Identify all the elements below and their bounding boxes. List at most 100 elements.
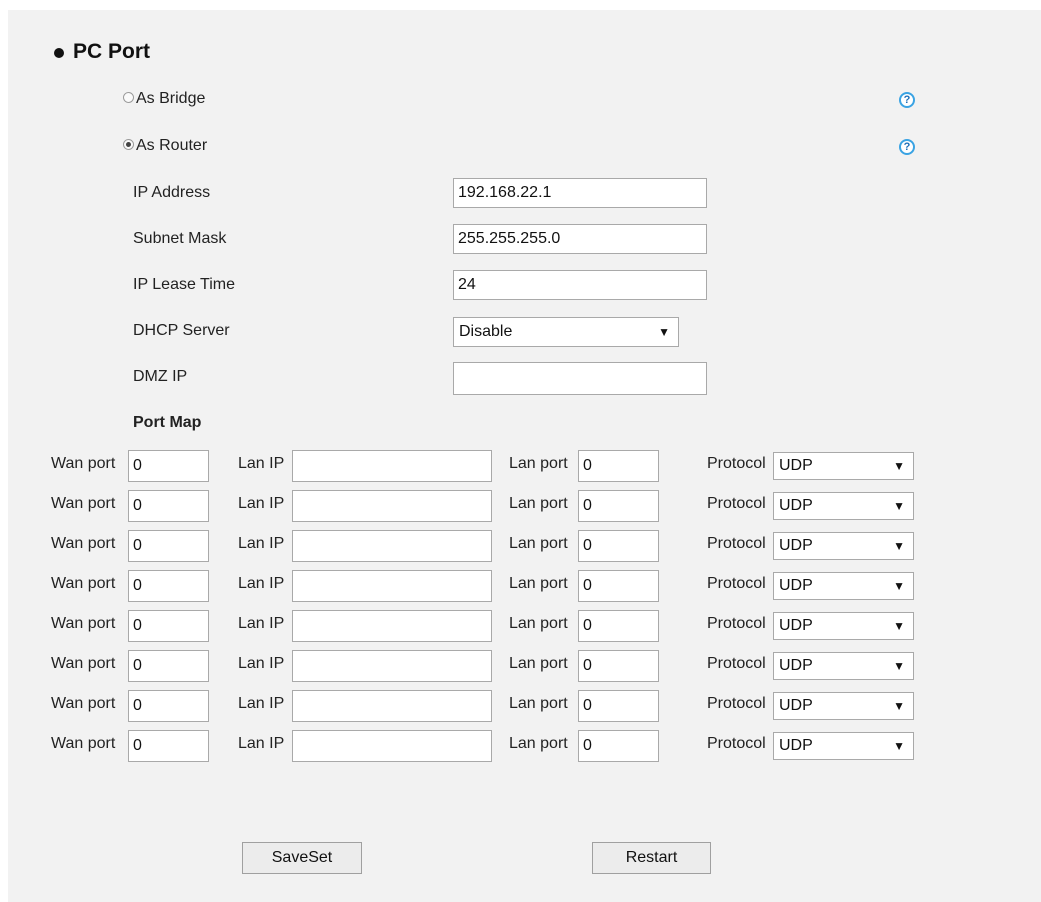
lan-port-input[interactable] bbox=[578, 690, 659, 722]
lan-port-label: Lan port bbox=[509, 495, 568, 512]
wan-port-label: Wan port bbox=[51, 455, 116, 472]
ip-address-label: IP Address bbox=[133, 184, 211, 201]
subnet-mask-label: Subnet Mask bbox=[133, 230, 227, 247]
chevron-down-icon: ▼ bbox=[893, 659, 905, 673]
lan-ip-input[interactable] bbox=[292, 690, 492, 722]
router-help-icon[interactable]: ? bbox=[899, 139, 915, 155]
wan-port-input[interactable] bbox=[128, 730, 209, 762]
wan-port-input[interactable] bbox=[128, 690, 209, 722]
chevron-down-icon: ▼ bbox=[893, 499, 905, 513]
wan-port-input[interactable] bbox=[128, 530, 209, 562]
dhcp-server-value: Disable bbox=[459, 323, 513, 340]
restart-button[interactable]: Restart bbox=[592, 842, 711, 874]
protocol-label: Protocol bbox=[707, 655, 766, 672]
wan-port-label: Wan port bbox=[51, 655, 116, 672]
bullet-icon bbox=[54, 48, 64, 58]
wan-port-label: Wan port bbox=[51, 575, 116, 592]
protocol-select[interactable]: UDP ▼ bbox=[773, 692, 914, 720]
lan-port-label: Lan port bbox=[509, 615, 568, 632]
protocol-label: Protocol bbox=[707, 535, 766, 552]
dmz-ip-label: DMZ IP bbox=[133, 368, 188, 385]
protocol-label: Protocol bbox=[707, 735, 766, 752]
dhcp-server-label: DHCP Server bbox=[133, 322, 230, 339]
protocol-value: UDP bbox=[779, 697, 813, 714]
bridge-label: As Bridge bbox=[136, 90, 206, 107]
lan-port-label: Lan port bbox=[509, 455, 568, 472]
lease-time-label: IP Lease Time bbox=[133, 276, 235, 293]
lan-ip-label: Lan IP bbox=[238, 575, 285, 592]
chevron-down-icon: ▼ bbox=[893, 579, 905, 593]
bridge-radio[interactable] bbox=[123, 92, 134, 103]
protocol-select[interactable]: UDP ▼ bbox=[773, 732, 914, 760]
protocol-select[interactable]: UDP ▼ bbox=[773, 452, 914, 480]
lan-ip-input[interactable] bbox=[292, 570, 492, 602]
lan-port-label: Lan port bbox=[509, 735, 568, 752]
wan-port-input[interactable] bbox=[128, 570, 209, 602]
chevron-down-icon: ▼ bbox=[893, 539, 905, 553]
subnet-mask-input[interactable] bbox=[453, 224, 707, 254]
protocol-value: UDP bbox=[779, 737, 813, 754]
protocol-label: Protocol bbox=[707, 575, 766, 592]
ip-address-input[interactable] bbox=[453, 178, 707, 208]
dhcp-server-select[interactable]: Disable ▼ bbox=[453, 317, 679, 347]
lan-ip-label: Lan IP bbox=[238, 695, 285, 712]
lan-ip-label: Lan IP bbox=[238, 495, 285, 512]
protocol-select[interactable]: UDP ▼ bbox=[773, 572, 914, 600]
lan-port-label: Lan port bbox=[509, 655, 568, 672]
wan-port-label: Wan port bbox=[51, 695, 116, 712]
lan-ip-input[interactable] bbox=[292, 610, 492, 642]
protocol-value: UDP bbox=[779, 657, 813, 674]
protocol-label: Protocol bbox=[707, 495, 766, 512]
router-label: As Router bbox=[136, 137, 208, 154]
lease-time-input[interactable] bbox=[453, 270, 707, 300]
wan-port-input[interactable] bbox=[128, 490, 209, 522]
lan-ip-label: Lan IP bbox=[238, 535, 285, 552]
router-radio[interactable] bbox=[123, 139, 134, 150]
lan-port-label: Lan port bbox=[509, 695, 568, 712]
protocol-value: UDP bbox=[779, 497, 813, 514]
lan-port-input[interactable] bbox=[578, 530, 659, 562]
lan-port-input[interactable] bbox=[578, 610, 659, 642]
lan-ip-label: Lan IP bbox=[238, 455, 285, 472]
saveset-button[interactable]: SaveSet bbox=[242, 842, 362, 874]
wan-port-input[interactable] bbox=[128, 450, 209, 482]
bridge-help-icon[interactable]: ? bbox=[899, 92, 915, 108]
wan-port-label: Wan port bbox=[51, 495, 116, 512]
lan-port-input[interactable] bbox=[578, 450, 659, 482]
wan-port-label: Wan port bbox=[51, 535, 116, 552]
protocol-select[interactable]: UDP ▼ bbox=[773, 492, 914, 520]
lan-port-label: Lan port bbox=[509, 535, 568, 552]
protocol-value: UDP bbox=[779, 617, 813, 634]
protocol-select[interactable]: UDP ▼ bbox=[773, 612, 914, 640]
chevron-down-icon: ▼ bbox=[893, 619, 905, 633]
wan-port-input[interactable] bbox=[128, 610, 209, 642]
wan-port-label: Wan port bbox=[51, 735, 116, 752]
section-title: PC Port bbox=[73, 40, 151, 63]
port-map-title: Port Map bbox=[133, 414, 202, 431]
protocol-label: Protocol bbox=[707, 615, 766, 632]
dmz-ip-input[interactable] bbox=[453, 362, 707, 395]
lan-ip-label: Lan IP bbox=[238, 735, 285, 752]
protocol-value: UDP bbox=[779, 457, 813, 474]
protocol-label: Protocol bbox=[707, 455, 766, 472]
lan-port-input[interactable] bbox=[578, 730, 659, 762]
lan-port-input[interactable] bbox=[578, 570, 659, 602]
lan-ip-input[interactable] bbox=[292, 730, 492, 762]
lan-ip-label: Lan IP bbox=[238, 655, 285, 672]
chevron-down-icon: ▼ bbox=[893, 699, 905, 713]
lan-ip-input[interactable] bbox=[292, 490, 492, 522]
wan-port-input[interactable] bbox=[128, 650, 209, 682]
lan-ip-input[interactable] bbox=[292, 450, 492, 482]
wan-port-label: Wan port bbox=[51, 615, 116, 632]
protocol-label: Protocol bbox=[707, 695, 766, 712]
lan-port-input[interactable] bbox=[578, 650, 659, 682]
lan-ip-input[interactable] bbox=[292, 650, 492, 682]
chevron-down-icon: ▼ bbox=[893, 739, 905, 753]
protocol-select[interactable]: UDP ▼ bbox=[773, 532, 914, 560]
chevron-down-icon: ▼ bbox=[658, 325, 670, 339]
protocol-value: UDP bbox=[779, 577, 813, 594]
lan-port-input[interactable] bbox=[578, 490, 659, 522]
chevron-down-icon: ▼ bbox=[893, 459, 905, 473]
lan-ip-input[interactable] bbox=[292, 530, 492, 562]
protocol-select[interactable]: UDP ▼ bbox=[773, 652, 914, 680]
